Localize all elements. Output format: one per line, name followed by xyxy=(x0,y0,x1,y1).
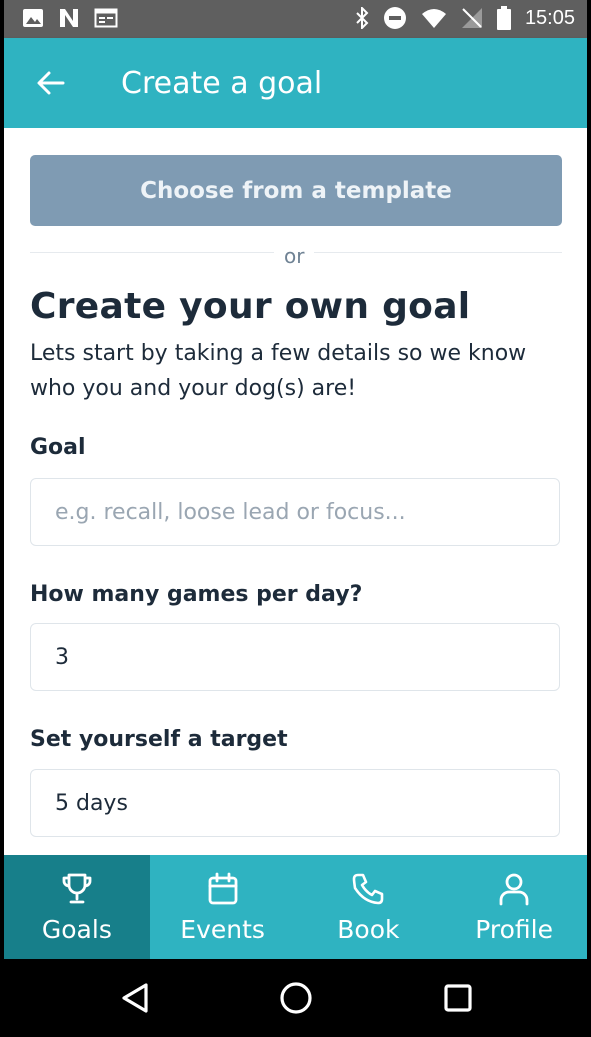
triangle-back-icon xyxy=(122,983,148,1013)
nav-item-goals[interactable]: Goals xyxy=(4,855,150,959)
phone-icon xyxy=(353,873,384,905)
battery-icon xyxy=(496,6,511,30)
nav-item-book[interactable]: Book xyxy=(296,855,442,959)
app-screen: 15:05 Create a goal Choose from a templa… xyxy=(4,0,587,1037)
calendar-icon xyxy=(208,872,238,905)
nav-label-book: Book xyxy=(337,915,400,944)
app-bar: Create a goal xyxy=(4,38,587,128)
goal-input[interactable] xyxy=(30,478,560,546)
wifi-icon xyxy=(421,9,446,28)
nav-item-profile[interactable]: Profile xyxy=(441,855,587,959)
n-logo-icon xyxy=(60,9,78,27)
page-title: Create a goal xyxy=(121,66,323,101)
bluetooth-icon xyxy=(356,7,369,29)
square-recents-icon xyxy=(444,984,472,1012)
status-bar: 15:05 xyxy=(4,0,587,38)
nav-item-events[interactable]: Events xyxy=(150,855,296,959)
nav-label-events: Events xyxy=(180,915,265,944)
nav-label-goals: Goals xyxy=(41,915,112,944)
trophy-icon xyxy=(62,873,92,904)
do-not-disturb-icon xyxy=(383,7,406,29)
target-label: Set yourself a target xyxy=(30,727,288,752)
section-heading: Create your own goal xyxy=(30,286,471,327)
bottom-nav: Goals Events Book Profile xyxy=(4,855,587,959)
games-per-day-input[interactable] xyxy=(30,623,560,691)
image-icon xyxy=(23,9,43,27)
circle-home-icon xyxy=(280,982,312,1014)
target-input[interactable] xyxy=(30,769,560,837)
create-goal-form: Choose from a template or Create your ow… xyxy=(4,128,587,855)
calendar-notification-icon xyxy=(94,8,118,28)
status-time: 15:05 xyxy=(524,6,575,29)
nav-label-profile: Profile xyxy=(475,915,553,944)
arrow-left-icon xyxy=(37,71,65,95)
status-notifications xyxy=(22,8,118,28)
person-icon xyxy=(499,873,529,906)
status-indicators: 15:05 xyxy=(355,6,575,30)
system-nav-bar xyxy=(4,959,587,1037)
intro-text: Lets start by taking a few details so we… xyxy=(30,341,527,401)
system-recents-button[interactable] xyxy=(439,979,477,1017)
back-button[interactable] xyxy=(34,66,68,100)
games-per-day-label: How many games per day? xyxy=(30,582,363,607)
goal-label: Goal xyxy=(30,435,86,460)
system-home-button[interactable] xyxy=(277,979,315,1017)
choose-template-button[interactable]: Choose from a template xyxy=(30,155,562,226)
system-back-button[interactable] xyxy=(116,979,154,1017)
divider-or-text: or xyxy=(274,244,315,268)
no-signal-icon xyxy=(461,8,482,28)
